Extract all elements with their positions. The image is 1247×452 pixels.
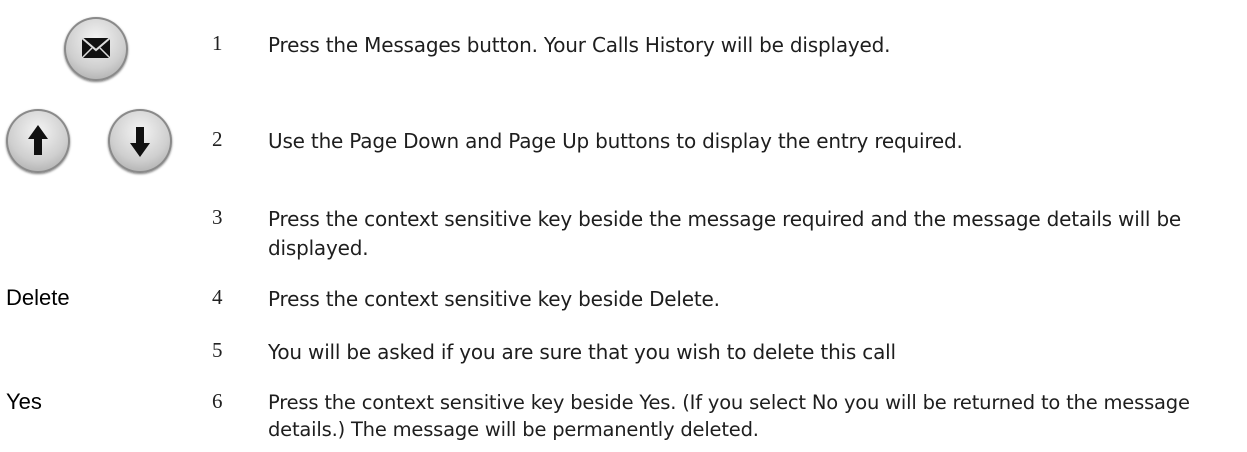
arrow-down-icon	[130, 127, 150, 157]
envelope-icon	[81, 37, 111, 59]
messages-button[interactable]	[64, 17, 128, 81]
page-down-button[interactable]	[108, 109, 172, 173]
step-number: 6	[212, 389, 223, 413]
step-text: Use the Page Down and Page Up buttons to…	[268, 129, 963, 153]
step-text: Press the context sensitive key beside t…	[268, 207, 1182, 260]
step-text: Press the context sensitive key beside Y…	[268, 391, 1190, 441]
arrow-up-icon	[28, 125, 48, 155]
step-number: 1	[212, 31, 223, 55]
step-number: 2	[212, 127, 223, 151]
step-text: You will be asked if you are sure that y…	[268, 340, 896, 364]
step-text: Press the context sensitive key beside D…	[268, 287, 720, 311]
step-number: 4	[212, 285, 223, 309]
softkey-label-delete: Delete	[6, 285, 70, 310]
step-text: Press the Messages button. Your Calls Hi…	[268, 33, 891, 57]
step-number: 3	[212, 205, 223, 229]
softkey-label-yes: Yes	[6, 389, 42, 414]
page-up-button[interactable]	[6, 109, 70, 173]
step-number: 5	[212, 338, 223, 362]
